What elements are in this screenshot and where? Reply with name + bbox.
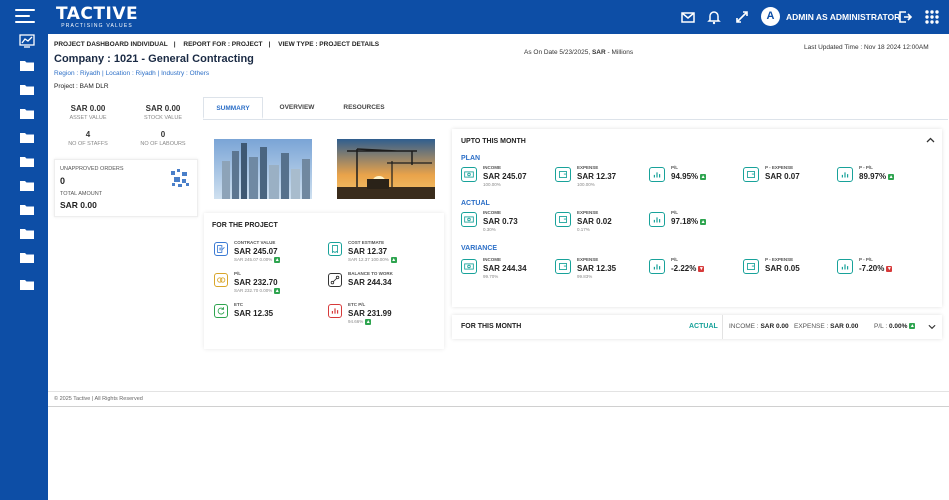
labour-count: 0 NO OF LABOURS [140,130,186,147]
crumb-report-for[interactable]: REPORT FOR : PROJECT [183,41,262,48]
chevron-down-icon[interactable] [928,324,936,330]
folder-icon[interactable] [19,203,35,216]
footer-copyright: © 2025 Tactive | All Rights Reserved [54,396,143,402]
main-content: PROJECT DASHBOARD INDIVIDUAL | REPORT FOR… [48,34,949,500]
tab-overview[interactable]: OVERVIEW [269,97,325,119]
project-card-title: FOR THE PROJECT [212,222,278,229]
region-link[interactable]: Region : Riyadh [54,70,100,77]
bar-chart-icon [649,167,665,182]
tab-resources[interactable]: RESOURCES [331,97,397,119]
breadcrumb: PROJECT DASHBOARD INDIVIDUAL | REPORT FOR… [54,41,380,48]
wallet-icon [743,259,759,274]
orders-illustration-icon [171,169,189,187]
for-this-month-card[interactable]: FOR THIS MONTH ACTUAL INCOME : SAR 0.00 … [452,315,942,339]
coins-icon [214,273,228,287]
bell-icon[interactable] [706,9,722,25]
as-on-date: As On Date 5/23/2025, SAR - Millions [524,49,634,56]
logout-icon[interactable] [897,9,913,25]
this-month-income: INCOME : SAR 0.00 [729,323,789,330]
document-icon [214,242,228,256]
project-name: Project : BAM DLR [54,83,109,90]
crumb-view-type[interactable]: VIEW TYPE : PROJECT DETAILS [278,41,379,48]
logo-tagline: PRACTISING VALUES [61,23,133,29]
folder-icon[interactable] [19,179,35,192]
city-skyline-image [214,139,312,199]
chevron-up-icon[interactable] [926,137,935,143]
mail-icon[interactable] [680,9,696,25]
receipt-icon [328,242,342,256]
orders-title: UNAPPROVED ORDERS [60,166,124,172]
refresh-icon [214,304,228,318]
folder-icon[interactable] [19,227,35,240]
bar-chart-icon [649,259,665,274]
cash-icon [461,167,477,182]
folder-icon[interactable] [19,107,35,120]
this-month-expense: EXPENSE : SAR 0.00 [794,323,859,330]
staff-count: 4 NO OF STAFFS [68,130,108,147]
folder-icon[interactable] [19,59,35,72]
wallet-icon [743,167,759,182]
sidebar [0,34,48,500]
folder-icon[interactable] [19,131,35,144]
logo-text: TACTIVE [56,4,139,24]
wallet-icon [555,167,571,182]
folder-icon[interactable] [19,278,35,291]
hamburger-icon[interactable] [15,9,35,23]
tab-summary[interactable]: SUMMARY [203,97,263,119]
wallet-icon [555,259,571,274]
page-title: Company : 1021 - General Contracting [54,53,254,65]
this-month-title: FOR THIS MONTH [461,323,522,330]
orders-total: SAR 0.00 [60,200,97,210]
folder-icon[interactable] [19,83,35,96]
avatar[interactable]: A [761,7,780,26]
project-summary-card: FOR THE PROJECT CONTRACT VALUE SAR 245.0… [204,213,444,349]
actual-label: ACTUAL [461,200,490,207]
orders-total-label: TOTAL AMOUNT [60,191,103,197]
bar-chart-icon [328,304,342,318]
this-month-pl: P/L : 0.00% ▲ [874,323,916,330]
variance-label: VARIANCE [461,245,498,252]
unapproved-orders-card[interactable]: UNAPPROVED ORDERS 0 TOTAL AMOUNT SAR 0.0… [54,159,198,217]
month-card-title: UPTO THIS MONTH [461,138,526,145]
asset-value: SAR 0.00 ASSET VALUE [69,104,107,121]
bar-chart-icon [649,212,665,227]
stock-value: SAR 0.00 STOCK VALUE [143,104,182,121]
location-link[interactable]: Location : Riyadh [106,70,156,77]
chart-icon[interactable] [19,34,35,48]
construction-crane-image [337,139,435,199]
workflow-icon [328,273,342,287]
logo[interactable]: TACTIVE PRACTISING VALUES [56,5,138,29]
cash-icon [461,259,477,274]
folder-icon[interactable] [19,155,35,168]
wallet-icon [555,212,571,227]
top-bar: TACTIVE PRACTISING VALUES A ADMIN AS ADM… [0,0,949,34]
user-name[interactable]: ADMIN AS ADMINISTRATOR [786,12,900,22]
this-month-actual-label: ACTUAL [689,323,718,330]
bar-chart-icon [837,259,853,274]
last-updated: Last Updated Time : Nov 18 2024 12:00AM [804,44,929,51]
bar-chart-icon [837,167,853,182]
plan-label: PLAN [461,155,481,162]
upto-this-month-card: UPTO THIS MONTH PLAN INCOME SAR 245.07 100… [452,129,942,307]
grid-icon[interactable] [924,9,940,25]
expand-icon[interactable] [734,9,750,25]
orders-count: 0 [60,176,66,186]
folder-icon[interactable] [19,251,35,264]
filter-links: Region : Riyadh | Location : Riyadh | In… [54,70,210,77]
cash-icon [461,212,477,227]
crumb-dashboard[interactable]: PROJECT DASHBOARD INDIVIDUAL [54,41,168,48]
industry-link[interactable]: Industry : Others [161,70,209,77]
